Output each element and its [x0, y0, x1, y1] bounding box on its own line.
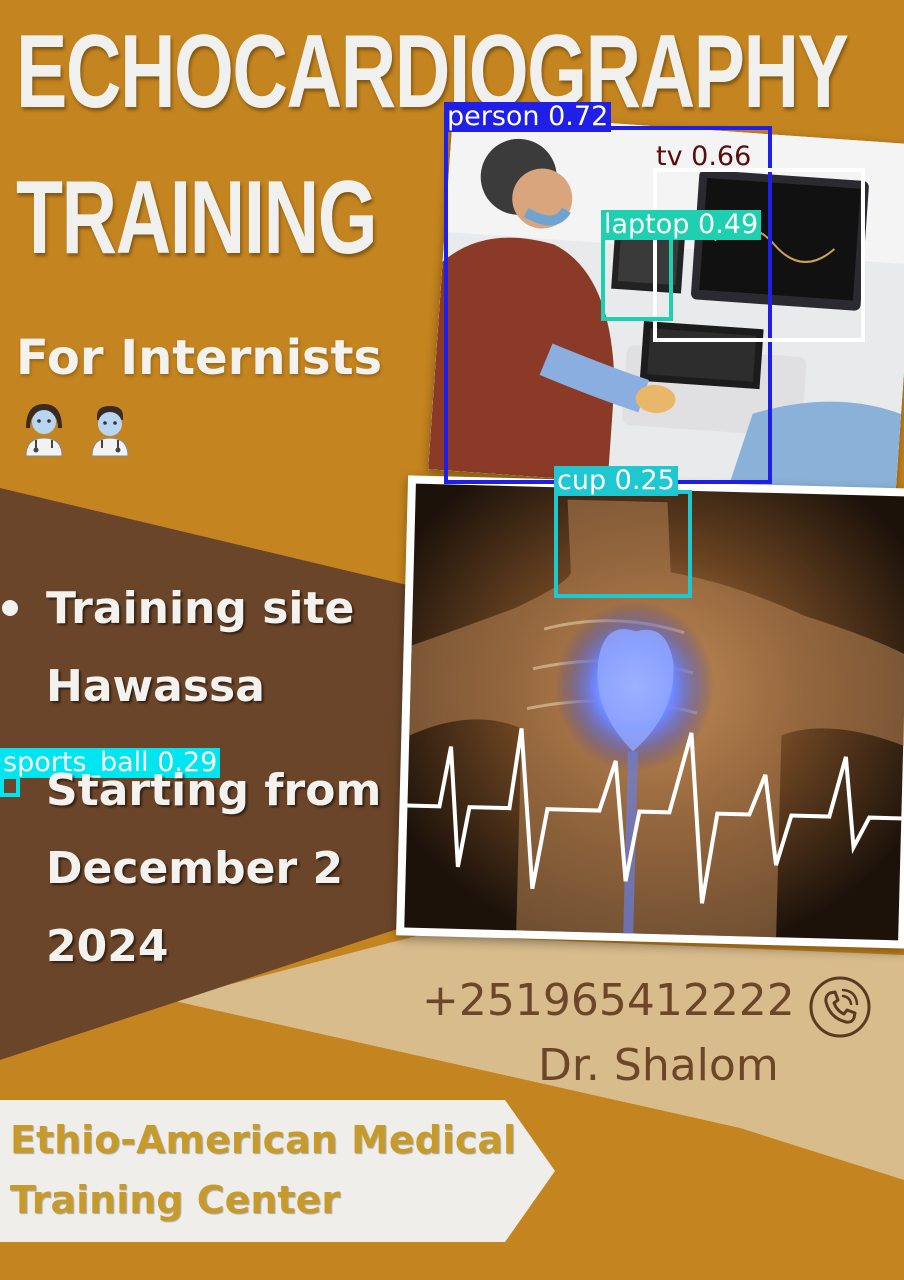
cup-detection-label: cup 0.25 — [554, 466, 678, 496]
info-bullet-list: Training site Hawassa Starting from Dece… — [0, 570, 420, 986]
laptop-detection-label: laptop 0.49 — [601, 210, 762, 240]
bullet-training-site: Training site Hawassa — [0, 570, 420, 726]
bullet-2-line-2: December 2 — [46, 843, 344, 894]
woman-health-worker-icon — [25, 404, 63, 457]
tv-detection-label: tv 0.66 — [656, 141, 752, 172]
bullet-1-line-2: Hawassa — [46, 661, 265, 712]
tv-detection-box — [653, 168, 865, 342]
title-line-1: ECHOCARDIOGRAPHY — [16, 14, 849, 130]
bullet-2-line-3: 2024 — [46, 921, 169, 972]
cup-detection-box — [554, 490, 692, 598]
bullet-1-line-1: Training site — [46, 583, 355, 634]
subtitle: For Internists — [16, 330, 383, 386]
bullet-dot — [2, 600, 18, 616]
man-health-worker-icon — [91, 406, 129, 457]
bullet-2-line-1: Starting from — [46, 765, 382, 816]
title-line-2: TRAINING — [16, 160, 378, 276]
poster: ECHOCARDIOGRAPHY TRAINING For Internists — [0, 0, 904, 1280]
phone-number[interactable]: +251965412222 — [422, 975, 795, 1026]
organization-name-line-2: Training Center — [10, 1178, 341, 1222]
organization-name-line-1: Ethio-American Medical — [10, 1118, 517, 1162]
bullet-start-date: Starting from December 2 2024 — [0, 752, 420, 986]
phone-icon[interactable] — [808, 975, 872, 1039]
laptop-detection-box — [601, 235, 673, 321]
health-worker-emojis — [20, 398, 134, 458]
doctor-name: Dr. Shalom — [538, 1040, 779, 1091]
person-detection-label: person 0.72 — [444, 102, 612, 132]
